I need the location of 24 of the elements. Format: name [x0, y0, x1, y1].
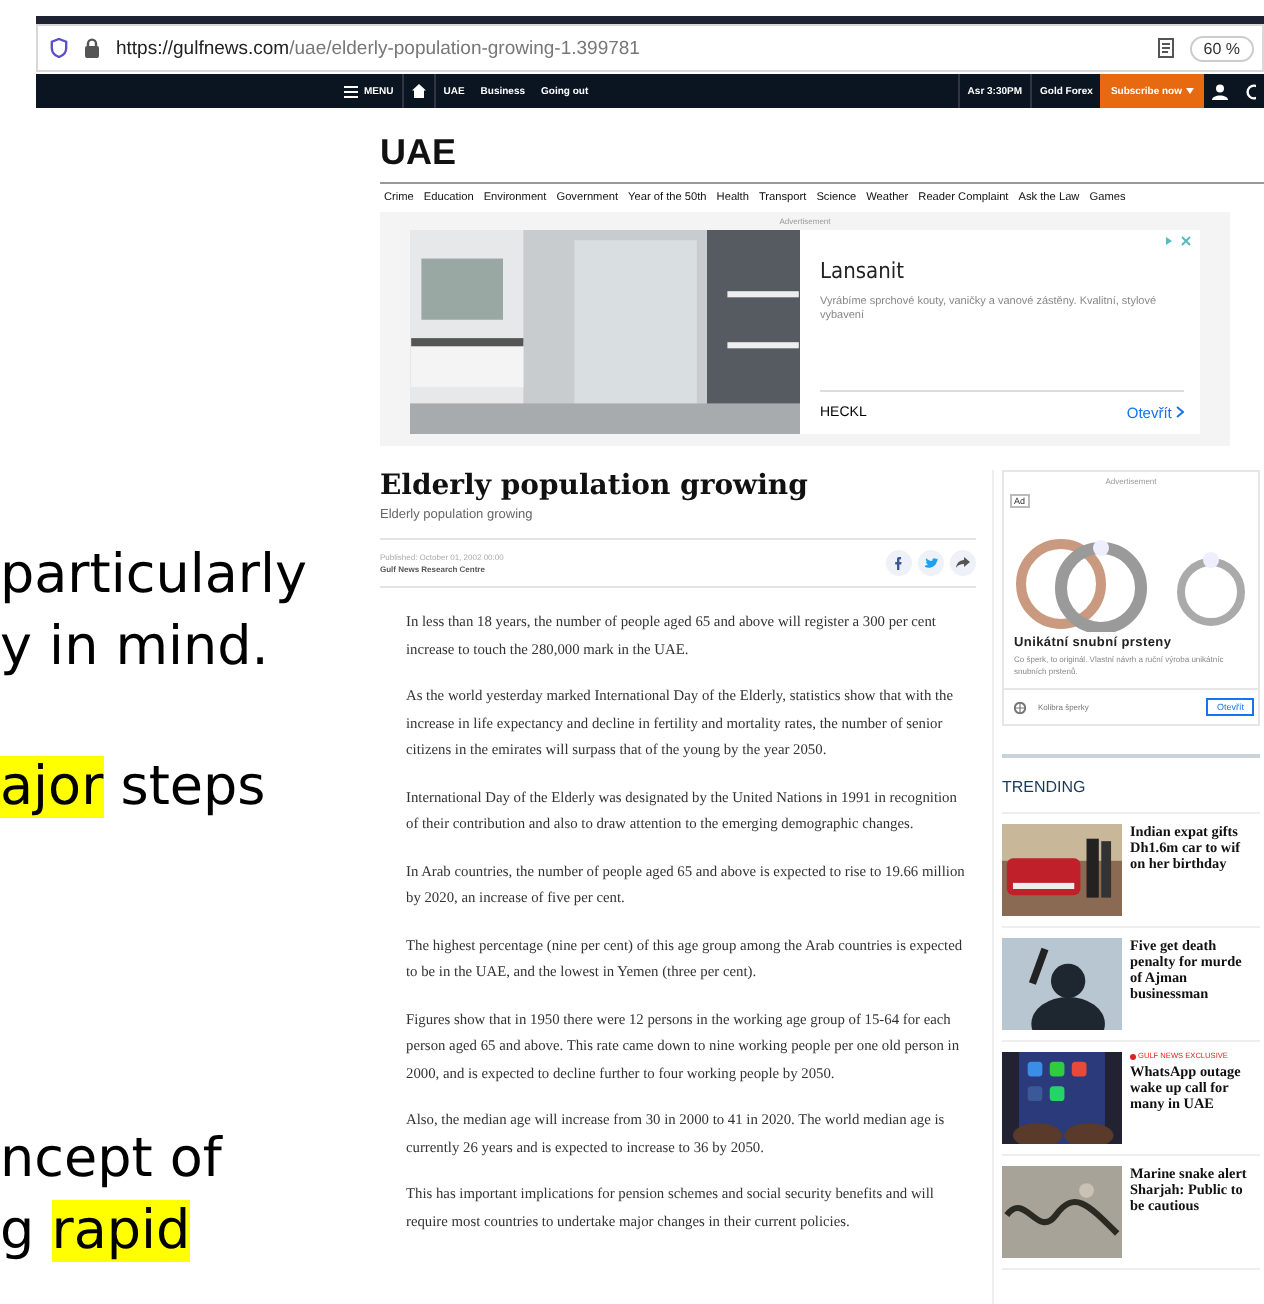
facebook-icon[interactable] [886, 550, 912, 576]
ad-title[interactable]: Lansanit [820, 258, 1184, 284]
home-icon[interactable] [411, 84, 426, 98]
caret-icon [1186, 88, 1194, 94]
menu-icon [344, 85, 358, 97]
chevron-icon [1176, 406, 1184, 418]
slide-text: g rapid [0, 1198, 193, 1266]
slide-text: particularly [0, 542, 309, 610]
slide-text: ncept of [0, 1126, 225, 1194]
dot-icon [1130, 1053, 1136, 1059]
user-icon[interactable] [1212, 83, 1228, 99]
url-field[interactable]: https://gulfnews.com/uae/elderly-population-growing-1.399781 [116, 37, 1142, 59]
reader-view-icon[interactable] [1157, 38, 1174, 58]
zoom-level[interactable]: 60 % [1189, 35, 1254, 61]
globe-icon [1014, 701, 1026, 713]
share-icon[interactable] [950, 550, 976, 576]
article-title: Elderly population growing [380, 470, 810, 504]
slide-text: ajor steps [0, 754, 268, 822]
lock-icon[interactable] [84, 38, 100, 58]
shield-icon[interactable] [50, 38, 68, 58]
section-title: UAE [380, 132, 459, 172]
trending-heading: TRENDING [1002, 754, 1260, 814]
slide-text: y in mind. [0, 614, 271, 682]
search-icon[interactable] [1244, 83, 1256, 99]
